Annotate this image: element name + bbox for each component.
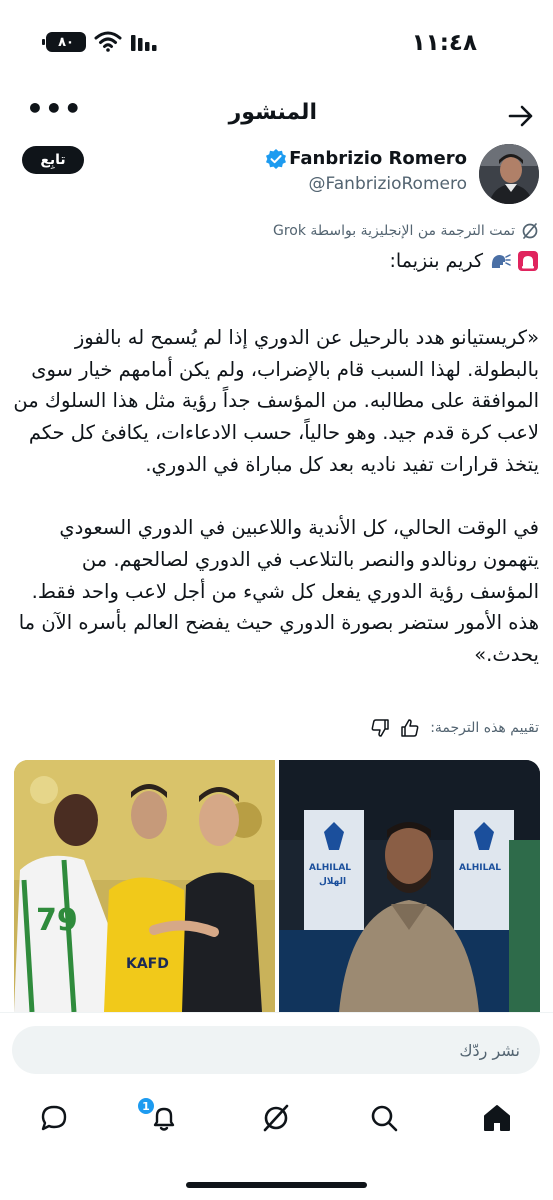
reply-bar xyxy=(0,1012,553,1090)
verified-badge-icon xyxy=(266,149,286,169)
image-match-referee[interactable]: 79 KAFD xyxy=(14,760,275,1012)
rate-translation: تقييم هذه الترجمة: xyxy=(370,716,539,740)
grok-icon xyxy=(522,223,538,239)
top-header: المنشور ••• xyxy=(0,88,553,144)
shirt-number: 79 xyxy=(36,903,78,938)
post-headline-text: كريم بنزيما: xyxy=(389,250,483,272)
image-benzema-interview[interactable]: ALHILAL الهلال ALHILAL xyxy=(279,760,540,1012)
post-body: «كريستيانو هدد بالرحيل عن الدوري إذا لم … xyxy=(13,322,539,671)
home-icon[interactable] xyxy=(477,1098,517,1138)
battery-icon: ٨٠ xyxy=(42,32,86,52)
reply-input[interactable] xyxy=(12,1026,540,1074)
post-paragraph: «كريستيانو هدد بالرحيل عن الدوري إذا لم … xyxy=(13,326,539,476)
status-bar: ١١:٤٨ ٨٠ xyxy=(0,0,553,86)
signal-icon xyxy=(131,35,157,51)
thumbs-up-icon[interactable] xyxy=(400,718,420,738)
author-handle[interactable]: @FanbrizioRomero xyxy=(309,174,467,194)
speaking-head-icon xyxy=(491,254,511,268)
translation-note-text: تمت الترجمة من الإنجليزية بواسطة Grok xyxy=(272,223,515,239)
page-title: المنشور xyxy=(228,100,317,125)
translation-note: تمت الترجمة من الإنجليزية بواسطة Grok xyxy=(273,220,539,242)
follow-button[interactable]: تابِع xyxy=(22,146,84,174)
home-indicator xyxy=(186,1182,367,1188)
wifi-icon xyxy=(94,31,122,52)
post-headline: كريم بنزيما: xyxy=(390,250,539,272)
post-paragraph: في الوقت الحالي، كل الأندية واللاعبين في… xyxy=(18,516,539,667)
more-icon[interactable]: ••• xyxy=(26,95,82,126)
alhilal-badge-text: ALHILAL xyxy=(309,863,351,873)
status-time: ١١:٤٨ xyxy=(411,30,477,56)
sponsor-text: KAFD xyxy=(126,956,169,972)
arrow-right-icon[interactable] xyxy=(507,102,535,130)
grok-icon[interactable] xyxy=(256,1098,296,1138)
thumbs-down-icon[interactable] xyxy=(370,718,390,738)
alhilal-badge-text-2: ALHILAL xyxy=(459,863,501,873)
rate-translation-label: تقييم هذه الترجمة: xyxy=(430,720,539,736)
messages-icon[interactable] xyxy=(34,1098,74,1138)
avatar[interactable] xyxy=(479,144,539,204)
siren-icon xyxy=(518,251,538,271)
bottom-nav: 1 xyxy=(0,1090,553,1150)
media-grid: 79 KAFD ALHILAL الهلال ALHILAL xyxy=(14,760,540,1012)
alhilal-badge-text-ar: الهلال xyxy=(319,877,346,887)
notification-count-badge: 1 xyxy=(136,1096,156,1116)
author-name[interactable]: Fanbrizio Romero xyxy=(289,148,467,169)
search-icon[interactable] xyxy=(364,1098,404,1138)
